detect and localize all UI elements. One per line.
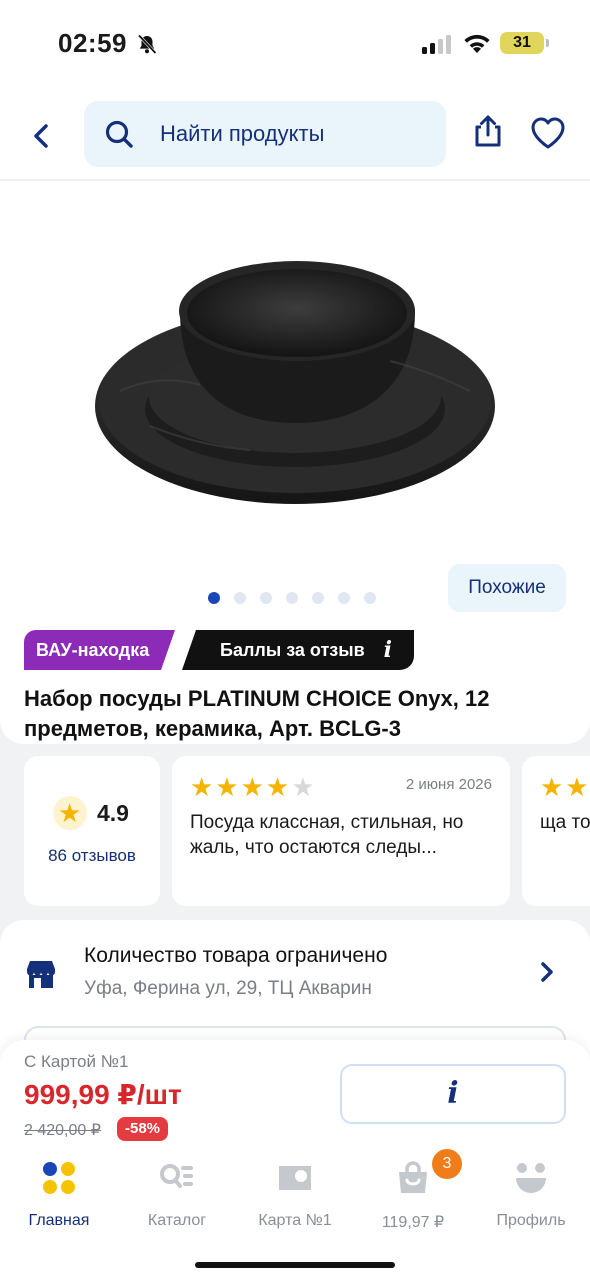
gallery-dot[interactable] <box>286 592 298 604</box>
gallery-dot[interactable] <box>338 592 350 604</box>
store-icon <box>27 961 55 988</box>
product-image <box>95 261 495 504</box>
store-address: Уфа, Ферина ул, 29, ТЦ Акварин <box>84 978 372 999</box>
status-bar: 02:59 31 <box>0 0 590 88</box>
product-title: Набор посуды PLATINUM CHOICE Onyx, 12 пр… <box>24 686 490 741</box>
cart-count-badge: 3 <box>432 1149 462 1179</box>
status-time: 02:59 <box>58 28 127 58</box>
favorite-heart-icon[interactable] <box>530 116 566 150</box>
tab-catalog[interactable]: Каталог <box>118 1156 236 1236</box>
wow-find-badge: ВАУ-находка <box>24 630 176 670</box>
reviews-count-link[interactable]: 86 отзывов <box>24 846 160 866</box>
old-price: 2 420,00 ₽ <box>24 1122 101 1139</box>
price-bar: С Картой №1 999,99 ₽/шт 2 420,00 ₽ -58% … <box>0 1040 590 1148</box>
rating-summary-card[interactable]: ★ 4.9 86 отзывов <box>24 756 160 906</box>
tab-home[interactable]: Главная <box>0 1156 118 1236</box>
rating-value: 4.9 <box>97 800 129 826</box>
back-arrow-icon[interactable] <box>24 118 60 154</box>
bottom-tab-bar: Главная Каталог Карта №1 3 119,97 ₽ Проф… <box>0 1148 590 1280</box>
product-title-section: ВАУ-находка Баллы за отзыв i Набор посуд… <box>0 620 590 744</box>
search-icon <box>105 120 133 148</box>
share-icon[interactable] <box>470 114 506 150</box>
tab-label: Главная <box>28 1212 90 1229</box>
tab-label: 119,97 ₽ <box>381 1214 445 1231</box>
stock-title: Количество товара ограничено <box>84 944 388 967</box>
review-card[interactable]: ★★★★★ ща то шика <box>522 756 590 906</box>
star-icon: ★ <box>53 796 87 830</box>
catalog-icon <box>160 1164 193 1188</box>
gallery-dot[interactable] <box>312 592 324 604</box>
tab-label: Каталог <box>147 1212 207 1229</box>
loyalty-card-icon <box>279 1166 311 1190</box>
home-indicator <box>195 1262 395 1268</box>
bell-muted-icon <box>137 34 157 55</box>
info-icon: i <box>383 637 392 663</box>
review-stars-icon: ★★★★★ <box>190 772 317 802</box>
gallery-dot[interactable] <box>234 592 246 604</box>
tab-label: Карта №1 <box>258 1212 332 1229</box>
search-input[interactable]: Найти продукты <box>84 101 446 167</box>
review-text: Посуда классная, стильная, но жаль, что … <box>190 812 464 858</box>
info-button[interactable]: i <box>340 1064 566 1124</box>
current-price: 999,99 ₽/шт <box>24 1079 182 1110</box>
cellular-signal-icon <box>422 35 451 54</box>
review-stars-icon: ★★★★★ <box>540 772 590 802</box>
tab-loyalty-card[interactable]: Карта №1 <box>236 1156 354 1236</box>
search-placeholder: Найти продукты <box>160 121 325 146</box>
card-price-label: С Картой №1 <box>24 1052 129 1071</box>
battery-indicator: 31 <box>500 32 549 54</box>
review-text: ща то шика <box>540 812 590 833</box>
product-screen: 02:59 31 Найти продукты Похожие ВАУ-нахо… <box>0 0 590 1280</box>
review-points-label: Баллы за отзыв <box>220 640 365 660</box>
tab-label: Профиль <box>496 1212 566 1229</box>
top-bar: Найти продукты <box>0 88 590 180</box>
tab-profile[interactable]: Профиль <box>472 1156 590 1236</box>
cart-bag-icon <box>399 1161 427 1193</box>
home-grid-icon <box>43 1162 75 1194</box>
gallery-dot[interactable] <box>364 592 376 604</box>
review-date: 2 июня 2026 <box>405 776 492 793</box>
chevron-right-icon <box>541 962 553 982</box>
gallery-dot[interactable] <box>260 592 272 604</box>
product-gallery[interactable]: Похожие <box>0 181 590 621</box>
wifi-icon <box>464 34 490 53</box>
gallery-dot[interactable] <box>208 592 220 604</box>
similar-products-button[interactable]: Похожие <box>448 564 566 612</box>
review-card[interactable]: ★★★★★ 2 июня 2026 Посуда классная, стиль… <box>172 756 510 906</box>
review-points-badge[interactable]: Баллы за отзыв i <box>182 630 414 670</box>
discount-badge: -58% <box>117 1117 169 1141</box>
profile-smile-icon <box>516 1163 546 1193</box>
tab-cart[interactable]: 3 119,97 ₽ <box>354 1149 472 1236</box>
gallery-pagination <box>208 592 376 604</box>
